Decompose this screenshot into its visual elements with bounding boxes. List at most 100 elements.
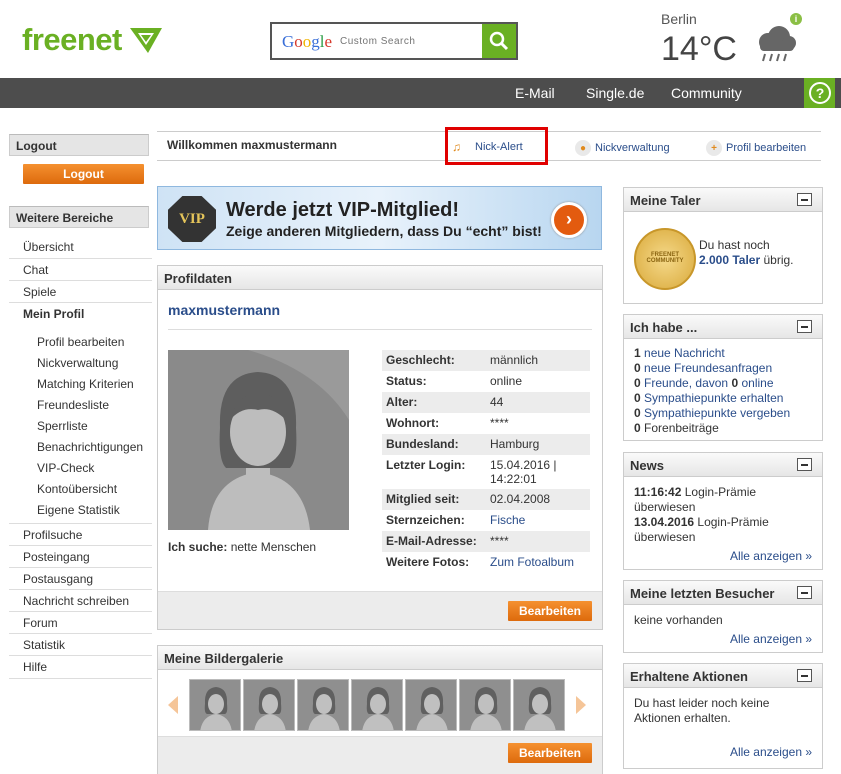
minimize-button[interactable] [797, 320, 812, 333]
sternzeichen-link[interactable]: Fische [490, 513, 525, 527]
rain-cloud-icon [752, 24, 798, 67]
news-show-all-link[interactable]: Alle anzeigen » [730, 549, 812, 563]
sidebar-item-postausgang[interactable]: Postausgang [23, 572, 93, 586]
table-row: Sternzeichen: Fische [386, 513, 526, 527]
visitors-show-all-link[interactable]: Alle anzeigen » [730, 632, 812, 646]
table-row: Bundesland: Hamburg [382, 434, 590, 455]
minimize-button[interactable] [797, 193, 812, 206]
weather-city: Berlin [661, 11, 697, 27]
plus-icon: + [706, 140, 722, 156]
profile-username: maxmustermann [168, 302, 281, 318]
table-row: Weitere Fotos: Zum Fotoalbum [386, 555, 575, 569]
visitors-panel: Meine letzten Besucher keine vorhanden A… [623, 580, 823, 653]
nav-single-de[interactable]: Single.de [586, 85, 644, 101]
nav-community[interactable]: Community [671, 85, 742, 101]
vip-banner[interactable]: VIP Werde jetzt VIP-Mitglied! Zeige ande… [157, 186, 602, 250]
list-item[interactable]: 0 Sympathiepunkte vergeben [634, 406, 814, 421]
weather-info-icon[interactable]: i [790, 13, 802, 25]
sidebar-subitem-benachrichtigungen[interactable]: Benachrichtigungen [37, 440, 143, 454]
gallery-next-arrow-icon[interactable] [576, 696, 586, 714]
gallery-thumbnail[interactable] [405, 679, 457, 731]
nick-alert-highlight [445, 127, 548, 165]
gallery-thumbnail[interactable] [513, 679, 565, 731]
sidebar-item-statistik[interactable]: Statistik [23, 638, 65, 652]
user-icon: ● [575, 140, 591, 156]
profile-photo-placeholder[interactable] [168, 350, 349, 530]
list-item[interactable]: 1 neue Nachricht [634, 346, 814, 361]
sidebar-item-profilsuche[interactable]: Profilsuche [23, 528, 82, 542]
news-panel: News 11:16:42 Login-Prämie überwiesen 13… [623, 452, 823, 570]
sidebar-subitem-eigene-statistik[interactable]: Eigene Statistik [37, 503, 120, 517]
visitors-panel-title: Meine letzten Besucher [624, 581, 822, 605]
sidebar-subitem-profil-bearbeiten[interactable]: Profil bearbeiten [37, 335, 124, 349]
sidebar-item-chat[interactable]: Chat [23, 263, 48, 277]
weather-temperature: 14°C [661, 30, 737, 68]
gallery-thumbnail[interactable] [189, 679, 241, 731]
minimize-button[interactable] [797, 586, 812, 599]
sidebar-item-uebersicht[interactable]: Übersicht [23, 240, 74, 254]
actions-show-all-link[interactable]: Alle anzeigen » [730, 745, 812, 759]
gallery-panel: Meine Bildergalerie Bearbeiten [157, 645, 603, 774]
nickverwaltung-link[interactable]: ● Nickverwaltung [575, 140, 670, 156]
table-row: Status: online [386, 374, 523, 388]
taler-text: Du hast noch 2.000 Taler übrig. [699, 238, 794, 267]
list-item[interactable]: 0 Sympathiepunkte erhalten [634, 391, 814, 406]
list-item[interactable]: 0 Freunde, davon 0 online [634, 376, 814, 391]
vip-arrow-button[interactable]: › [551, 202, 587, 238]
visitors-text: keine vorhanden [634, 613, 723, 627]
sidebar-item-hilfe[interactable]: Hilfe [23, 660, 47, 674]
profile-edit-button[interactable]: Bearbeiten [508, 601, 592, 621]
gallery-prev-arrow-icon[interactable] [168, 696, 178, 714]
search-box[interactable]: Google [270, 22, 518, 60]
table-row: Geschlecht: männlich [382, 350, 590, 371]
sidebar-subitem-nickverwaltung[interactable]: Nickverwaltung [37, 356, 118, 370]
news-list: 11:16:42 Login-Prämie überwiesen 13.04.2… [634, 485, 814, 545]
vip-headline: Werde jetzt VIP-Mitglied! [226, 199, 459, 221]
welcome-text: Willkommen maxmustermann [167, 138, 337, 152]
gallery-thumbnail[interactable] [243, 679, 295, 731]
sidebar-subitem-sperrliste[interactable]: Sperrliste [37, 419, 88, 433]
table-row: Mitglied seit: 02.04.2008 [382, 489, 590, 510]
list-item: 11:16:42 Login-Prämie überwiesen [634, 485, 757, 514]
gallery-thumbnail[interactable] [297, 679, 349, 731]
sidebar-subitem-kontouebersicht[interactable]: Kontoübersicht [37, 482, 117, 496]
profile-panel-title: Profildaten [158, 266, 602, 290]
table-row: Alter: 44 [382, 392, 590, 413]
google-brand: Google [282, 32, 333, 51]
gallery-edit-button[interactable]: Bearbeiten [508, 743, 592, 763]
profile-panel: Profildaten maxmustermann Ich suche: net… [157, 265, 603, 630]
sidebar-item-mein-profil[interactable]: Mein Profil [23, 307, 84, 321]
sidebar-item-nachricht-schreiben[interactable]: Nachricht schreiben [23, 594, 129, 608]
sidebar-subitem-vip-check[interactable]: VIP-Check [37, 461, 94, 475]
sidebar-subitem-freundesliste[interactable]: Freundesliste [37, 398, 109, 412]
minimize-button[interactable] [797, 458, 812, 471]
actions-panel: Erhaltene Aktionen Du hast leider noch k… [623, 663, 823, 769]
taler-coin-icon: FREENET COMMUNITY [634, 228, 696, 290]
taler-panel-title: Meine Taler [624, 188, 822, 212]
gallery-thumbnail[interactable] [351, 679, 403, 731]
sidebar-item-posteingang[interactable]: Posteingang [23, 550, 90, 564]
help-button[interactable]: ? [804, 78, 835, 108]
search-button[interactable] [482, 24, 516, 58]
vip-subline: Zeige anderen Mitgliedern, dass Du “echt… [226, 223, 542, 239]
fotoalbum-link[interactable]: Zum Fotoalbum [490, 555, 574, 569]
sidebar-subitem-matching[interactable]: Matching Kriterien [37, 377, 134, 391]
nav-email[interactable]: E-Mail [515, 85, 555, 101]
profil-bearbeiten-link[interactable]: + Profil bearbeiten [706, 140, 806, 156]
minimize-button[interactable] [797, 669, 812, 682]
list-item[interactable]: 0 neue Freundesanfragen [634, 361, 814, 376]
list-item[interactable]: 0 Forenbeiträge [634, 421, 814, 436]
taler-panel: Meine Taler FREENET COMMUNITY Du hast no… [623, 187, 823, 304]
actions-panel-title: Erhaltene Aktionen [624, 664, 822, 688]
search-input[interactable] [340, 36, 480, 47]
news-panel-title: News [624, 453, 822, 477]
svg-text:?: ? [815, 85, 824, 101]
table-row: E-Mail-Adresse: **** [382, 531, 590, 552]
actions-text: Du hast leider noch keine Aktionen erhal… [634, 696, 770, 725]
profile-details-table: Geschlecht: männlich Status: online Alter:… [382, 350, 590, 573]
vip-badge-icon: VIP [168, 196, 216, 242]
gallery-thumbnail[interactable] [459, 679, 511, 731]
sidebar-item-forum[interactable]: Forum [23, 616, 58, 630]
sidebar-item-spiele[interactable]: Spiele [23, 285, 56, 299]
ich-habe-panel: Ich habe ... 1 neue Nachricht 0 neue Fre… [623, 314, 823, 441]
